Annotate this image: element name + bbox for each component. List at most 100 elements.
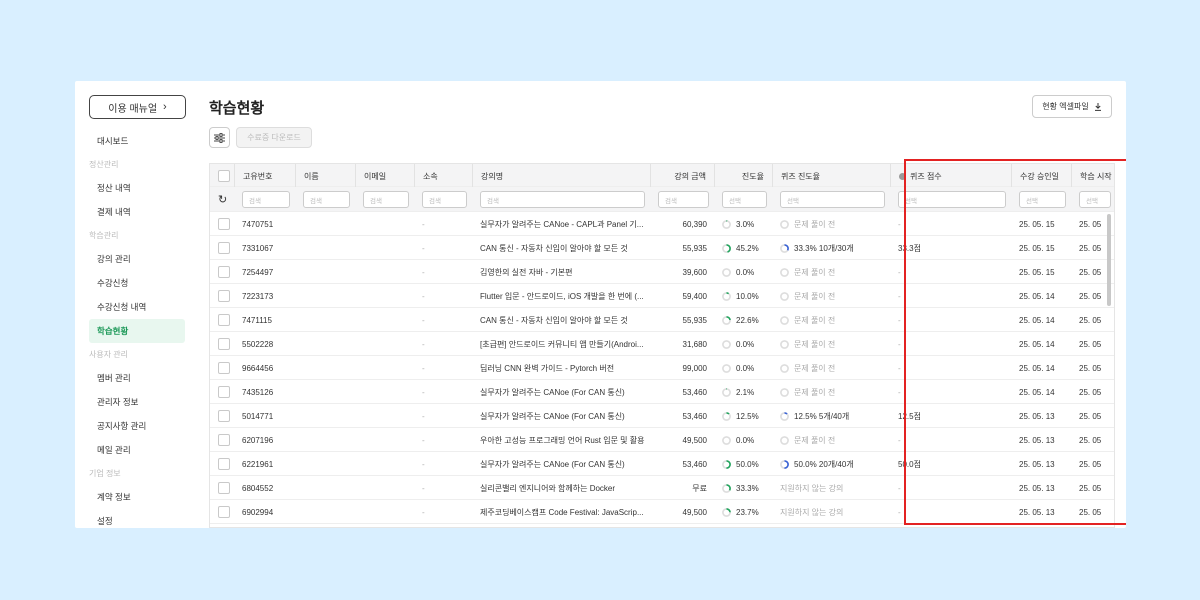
- filter-input[interactable]: 검색: [658, 191, 709, 208]
- progress-ring-icon: [722, 291, 731, 301]
- certificate-download-button[interactable]: 수료증 다운로드: [236, 127, 312, 148]
- quiz-progress-cell: 50.0% 20개/40개: [772, 452, 890, 476]
- start-date-cell-value: 25. 05: [1079, 267, 1102, 277]
- row-checkbox[interactable]: [218, 386, 230, 398]
- sidebar-item[interactable]: 설정: [89, 509, 185, 528]
- row-checkbox[interactable]: [218, 266, 230, 278]
- sidebar-item[interactable]: 결제 내역: [89, 200, 185, 224]
- row-checkbox[interactable]: [218, 482, 230, 494]
- row-checkbox[interactable]: [218, 218, 230, 230]
- price-cell: 99,000: [650, 356, 714, 380]
- filter-select[interactable]: 선택: [722, 191, 767, 208]
- row-checkbox[interactable]: [218, 458, 230, 470]
- filter-select[interactable]: 선택: [1019, 191, 1066, 208]
- approved-date-cell: 25. 05. 13: [1011, 428, 1071, 452]
- sidebar-item[interactable]: 계약 정보: [89, 485, 185, 509]
- filter-select[interactable]: 선택: [898, 191, 1006, 208]
- filter-select[interactable]: 선택: [1079, 191, 1111, 208]
- quiz-progress-ring-icon: [780, 267, 789, 277]
- filter-input[interactable]: 검색: [422, 191, 467, 208]
- sidebar-item[interactable]: 수강신청 내역: [89, 295, 185, 319]
- start-date-cell-value: 25. 05: [1079, 291, 1102, 301]
- row-checkbox[interactable]: [218, 506, 230, 518]
- progress-cell: 2.1%: [714, 380, 772, 404]
- column-header-label: 강의 금액: [674, 171, 706, 181]
- app-window: 이용 매뉴얼 › 대시보드 정산관리 정산 내역 결제 내역 학습관리 강의 관리 수강신청…: [75, 81, 1126, 528]
- start-date-cell-value: 25. 05: [1079, 219, 1102, 229]
- progress-value: 0.0%: [736, 339, 755, 349]
- excel-download-button[interactable]: 현황 엑셀파일: [1032, 95, 1112, 118]
- row-checkbox-cell: [210, 284, 234, 308]
- row-checkbox[interactable]: [218, 362, 230, 374]
- course-cell: Flutter 입문 - 안드로이드, iOS 개발을 한 번에 (...: [472, 284, 650, 308]
- quiz-score-cell: -: [890, 332, 1011, 356]
- price-cell: 39,600: [650, 260, 714, 284]
- progress-cell: 3.0%: [714, 212, 772, 236]
- start-date-cell: 25. 05: [1071, 452, 1114, 476]
- sidebar-item[interactable]: 수강신청: [89, 271, 185, 295]
- vertical-scrollbar[interactable]: [1107, 214, 1111, 306]
- filter-cell: 선택: [1011, 187, 1071, 212]
- course-cell-value: CAN 통신 - 자동차 신입이 알아야 할 모든 것: [480, 243, 628, 253]
- column-header: 강의명: [472, 164, 650, 188]
- progress-ring-icon: [722, 339, 731, 349]
- sidebar-item[interactable]: 강의 관리: [89, 247, 185, 271]
- org-cell-value: -: [422, 363, 425, 373]
- id-cell: 7223173: [234, 284, 295, 308]
- org-cell: -: [414, 260, 472, 284]
- column-header: 퀴즈 진도율: [772, 164, 890, 188]
- page-title: 학습현황: [209, 100, 265, 117]
- org-cell: -: [414, 284, 472, 308]
- filter-input[interactable]: 검색: [303, 191, 350, 208]
- filter-select[interactable]: 선택: [780, 191, 885, 208]
- quiz-progress-value: 문제 풀이 전: [794, 387, 836, 397]
- price-cell-value: 99,000: [682, 363, 707, 373]
- id-cell-value: 6207196: [242, 435, 274, 445]
- approved-date-cell-value: 25. 05. 15: [1019, 267, 1055, 277]
- org-cell: -: [414, 476, 472, 500]
- quiz-score-cell-value: 50.0점: [898, 459, 921, 469]
- sidebar-item[interactable]: 멤버 관리: [89, 366, 185, 390]
- price-cell: 55,935: [650, 308, 714, 332]
- sidebar-item[interactable]: 정산 내역: [89, 176, 185, 200]
- column-header-label: 수강 승인일: [1020, 171, 1060, 181]
- sidebar-item[interactable]: 학습현황: [89, 319, 185, 343]
- org-cell: -: [414, 332, 472, 356]
- progress-ring-icon: [722, 363, 731, 373]
- id-cell: 7331067: [234, 236, 295, 260]
- row-checkbox[interactable]: [218, 290, 230, 302]
- row-checkbox[interactable]: [218, 434, 230, 446]
- price-cell-value: 55,935: [682, 315, 707, 325]
- approved-date-cell: 25. 05. 13: [1011, 500, 1071, 524]
- table-row: 9664456 - 딥러닝 CNN 완벽 가이드 - Pytorch 버전 99,00…: [210, 356, 1114, 380]
- filter-input[interactable]: 검색: [242, 191, 290, 208]
- sidebar-item[interactable]: 관리자 정보: [89, 390, 185, 414]
- price-cell: 55,935: [650, 236, 714, 260]
- select-all-checkbox[interactable]: [218, 170, 230, 182]
- row-checkbox-cell: [210, 380, 234, 404]
- user-manual-button[interactable]: 이용 매뉴얼 ›: [89, 95, 186, 119]
- sidebar-item[interactable]: 메일 관리: [89, 438, 185, 462]
- reset-icon[interactable]: ↻: [218, 193, 227, 206]
- quiz-progress-value: 지원하지 않는 강의: [780, 507, 844, 517]
- filter-input[interactable]: 검색: [480, 191, 645, 208]
- filter-input[interactable]: 검색: [363, 191, 409, 208]
- row-checkbox[interactable]: [218, 410, 230, 422]
- row-checkbox[interactable]: [218, 314, 230, 326]
- quiz-score-cell: 12.5점: [890, 404, 1011, 428]
- name-cell: [295, 308, 355, 332]
- sidebar-item[interactable]: 공지사항 관리: [89, 414, 185, 438]
- approved-date-cell-value: 25. 05. 15: [1019, 243, 1055, 253]
- row-checkbox[interactable]: [218, 242, 230, 254]
- progress-ring-icon: [722, 243, 731, 253]
- filter-cell: 검색: [234, 187, 295, 212]
- start-date-cell-value: 25. 05: [1079, 411, 1102, 421]
- filter-cell: 검색: [355, 187, 414, 212]
- name-cell: [295, 476, 355, 500]
- table-row: 6902994 - 제주코딩베이스캠프 Code Festival: JavaScr…: [210, 500, 1114, 524]
- course-cell: 실무자가 알려주는 CANoe - CAPL과 Panel 기...: [472, 212, 650, 236]
- sidebar-item[interactable]: 대시보드: [89, 129, 185, 153]
- filter-sliders-icon[interactable]: [209, 127, 230, 148]
- row-checkbox[interactable]: [218, 338, 230, 350]
- email-cell: [355, 212, 414, 236]
